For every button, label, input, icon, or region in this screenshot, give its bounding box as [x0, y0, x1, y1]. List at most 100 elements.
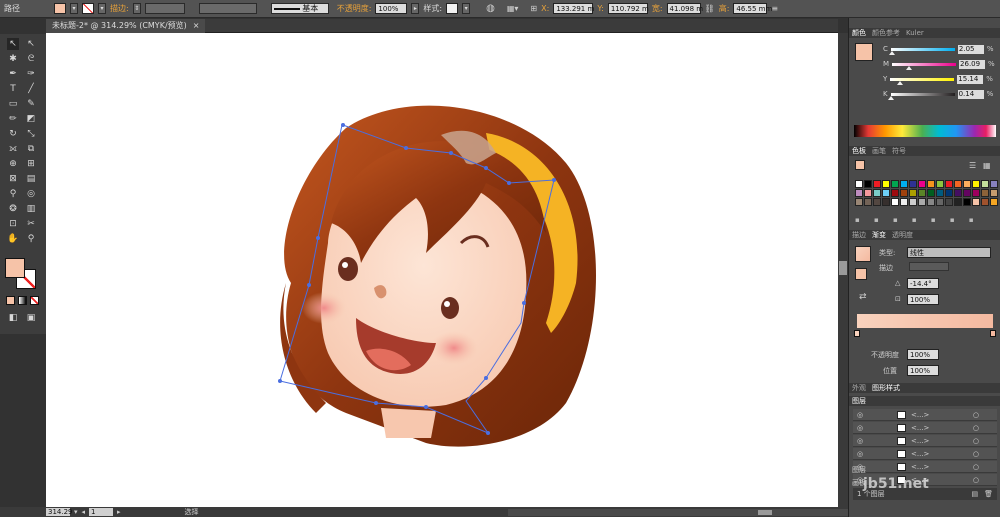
swatch-cell[interactable] [972, 180, 980, 188]
target-circle-icon[interactable]: ○ [973, 435, 979, 447]
opacity-dropdown[interactable]: ▸ [411, 3, 420, 14]
swatch-cell[interactable] [873, 189, 881, 197]
swatch-cell[interactable] [873, 198, 881, 206]
x-label[interactable]: X: [541, 4, 549, 13]
swatch-cell[interactable] [954, 189, 962, 197]
swatch-cell[interactable] [864, 198, 872, 206]
delete-layer-icon[interactable]: 🗑 [984, 488, 993, 500]
swatch-cell[interactable] [963, 198, 971, 206]
tab-gradient[interactable]: 渐变 [872, 230, 886, 240]
swatch-cell[interactable] [882, 198, 890, 206]
brush-definition[interactable]: 基本 [270, 3, 329, 14]
gradient-stroke-buttons[interactable] [909, 262, 949, 271]
swatch-cell[interactable] [909, 189, 917, 197]
gradient-type-select[interactable]: 线性 [907, 247, 991, 258]
opacity-field[interactable]: 100% [375, 3, 408, 14]
vertical-scroll-thumb[interactable] [839, 261, 847, 275]
eyedropper-tool-icon[interactable]: ⚲ [7, 188, 19, 200]
eraser-tool-icon[interactable]: ◩ [25, 113, 37, 125]
symbol-sprayer-tool-icon[interactable]: ❂ [7, 203, 19, 215]
swatch-cell[interactable] [981, 189, 989, 197]
tab-layers[interactable]: 图层 [852, 396, 866, 406]
magic-wand-tool-icon[interactable]: ✱ [7, 53, 19, 65]
y-label[interactable]: Y: [597, 4, 604, 13]
draw-mode-icon[interactable]: ◧ [7, 312, 19, 324]
prev-artboard-icon[interactable]: ◂ [82, 508, 86, 516]
layer-row[interactable]: ◎ <...> ○ [853, 409, 997, 421]
swatch-cell[interactable] [945, 180, 953, 188]
x-field[interactable]: 133.291 m [553, 3, 594, 14]
new-layer-icon[interactable]: ▤ [971, 488, 978, 500]
layer-row[interactable]: ◎ <...> ○ [853, 448, 997, 460]
horizontal-scroll-thumb[interactable] [758, 509, 772, 515]
swatch-cell[interactable] [990, 189, 998, 197]
gradient-mode-icon[interactable] [18, 296, 27, 305]
channel-slider-handle[interactable] [896, 80, 903, 85]
swatch-cell[interactable] [945, 189, 953, 197]
swatch-cell[interactable] [891, 198, 899, 206]
channel-slider-track[interactable] [889, 47, 955, 55]
close-tab-icon[interactable]: × [193, 19, 200, 33]
pencil-tool-icon[interactable]: ✏ [7, 113, 19, 125]
channel-slider-handle[interactable] [888, 95, 895, 100]
blend-tool-icon[interactable]: ◎ [25, 188, 37, 200]
gradient-preview-swatch[interactable] [855, 246, 871, 262]
swatch-cell[interactable] [954, 198, 962, 206]
free-transform-tool-icon[interactable]: ⧉ [25, 143, 37, 155]
type-tool-icon[interactable]: T [7, 83, 19, 95]
y-field[interactable]: 110.792 m [607, 3, 649, 14]
target-circle-icon[interactable]: ○ [973, 422, 979, 434]
next-artboard-icon[interactable]: ▸ [117, 508, 121, 516]
stroke-weight-field[interactable] [144, 3, 185, 14]
gradient-opacity-field[interactable]: 100% [907, 349, 939, 360]
opacity-label[interactable]: 不透明度: [337, 3, 372, 14]
width-label[interactable]: 宽: [652, 3, 663, 14]
channel-value-field[interactable]: 15.14 [957, 74, 984, 84]
stroke-weight-stepper[interactable]: ⇕ [132, 3, 141, 14]
swatch-cell[interactable] [900, 198, 908, 206]
target-circle-icon[interactable]: ○ [973, 461, 979, 473]
swatch-cell[interactable] [963, 180, 971, 188]
channel-slider-track[interactable] [888, 92, 955, 100]
swatch-cell[interactable] [918, 189, 926, 197]
channel-slider-track[interactable] [890, 77, 955, 85]
visibility-eye-icon[interactable]: ◎ [857, 422, 863, 434]
swatch-cell[interactable] [855, 189, 863, 197]
artboard[interactable] [46, 33, 838, 507]
swatch-cell[interactable] [891, 180, 899, 188]
swatch-cell[interactable] [873, 180, 881, 188]
paintbrush-tool-icon[interactable]: ✎ [25, 98, 37, 110]
document-tab[interactable]: 未标题-2* @ 314.29% (CMYK/预览) × [46, 19, 206, 33]
swatch-cell[interactable] [855, 198, 863, 206]
swatch-cell[interactable] [990, 198, 998, 206]
swatch-cell[interactable] [936, 189, 944, 197]
line-tool-icon[interactable]: ╱ [25, 83, 37, 95]
height-label[interactable]: 高: [719, 3, 730, 14]
color-panel-fill-preview[interactable] [855, 43, 873, 61]
swatch-cell[interactable] [900, 180, 908, 188]
swatch-cell[interactable] [882, 180, 890, 188]
height-field[interactable]: 46.55 mm [733, 3, 772, 14]
gradient-small-swatch[interactable] [855, 268, 867, 280]
fill-color-box-front[interactable] [5, 258, 25, 278]
layer-row[interactable]: ◎ <...> ○ [853, 422, 997, 434]
swatch-cell[interactable] [900, 189, 908, 197]
recolor-artwork-icon[interactable]: ◍ [486, 3, 495, 14]
color-mode-icon[interactable] [6, 296, 15, 305]
style-dropdown[interactable]: ▾ [462, 3, 471, 14]
graphic-style-swatch[interactable] [446, 3, 459, 14]
direct-selection-tool-icon[interactable]: ↖ [25, 38, 37, 50]
list-view-icon[interactable]: ☰ [969, 161, 976, 170]
swatch-cell[interactable] [981, 180, 989, 188]
rotate-tool-icon[interactable]: ↻ [7, 128, 19, 140]
scale-tool-icon[interactable]: ⤡ [25, 128, 37, 140]
stroke-swatch[interactable] [82, 3, 94, 14]
swatch-cell[interactable] [909, 180, 917, 188]
gradient-tool-icon[interactable]: ▤ [25, 173, 37, 185]
fill-dropdown[interactable]: ▾ [70, 3, 78, 14]
visibility-eye-icon[interactable]: ◎ [857, 409, 863, 421]
zoom-tool-icon[interactable]: ⚲ [25, 233, 37, 245]
status-tool-text[interactable]: 选择 [185, 507, 199, 517]
tab-brushes[interactable]: 画笔 [872, 146, 886, 156]
link-proportions-icon[interactable]: ⛓ [705, 4, 715, 13]
